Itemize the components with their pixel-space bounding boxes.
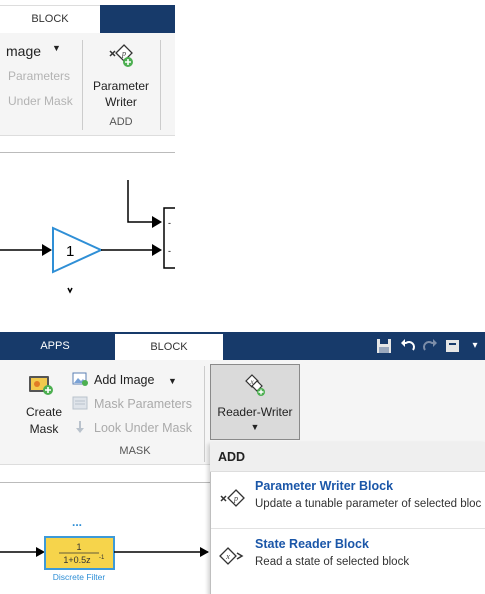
menu-item-title: Parameter Writer Block xyxy=(255,479,394,493)
parameter-writer-button[interactable]: Parameter Writer xyxy=(86,78,156,110)
svg-text:p: p xyxy=(233,494,238,503)
save-icon[interactable] xyxy=(374,336,394,356)
look-under-mask-label: Look Under Mask xyxy=(94,421,192,435)
chevron-down-icon[interactable]: ▼ xyxy=(250,422,260,432)
add-image-label: Add Image xyxy=(94,373,155,387)
canvas-divider xyxy=(0,152,175,153)
add-image-button[interactable]: mage xyxy=(6,43,41,59)
reader-writer-label: Reader-Writer xyxy=(217,405,293,419)
parameter-writer-label-1: Parameter xyxy=(92,79,150,93)
chevron-down-icon[interactable]: ▼ xyxy=(168,376,177,386)
parameter-writer-label-2: Writer xyxy=(105,95,137,109)
arrow-head-icon xyxy=(152,216,162,228)
mask-parameters-button[interactable]: Parameters xyxy=(8,69,70,83)
menu-item-title: State Reader Block xyxy=(255,537,369,551)
mask-section-label: MASK xyxy=(119,445,151,457)
add-image-button[interactable]: Add Image ▼ xyxy=(72,370,177,390)
help-docs-icon[interactable] xyxy=(443,336,463,356)
image-icon xyxy=(72,372,88,386)
arrow-head-icon xyxy=(200,547,209,557)
add-section-label: ADD xyxy=(109,116,133,128)
tab-apps[interactable]: APPS xyxy=(0,332,110,360)
menu-item-description: Read a state of selected block xyxy=(255,556,410,568)
gain-value: 1 xyxy=(66,243,74,260)
create-mask-label-2: Mask xyxy=(29,422,59,436)
parameter-writer-icon: p xyxy=(220,489,245,507)
model-canvas[interactable]: 1 - - xyxy=(0,170,175,300)
svg-text:x: x xyxy=(225,552,230,561)
menu-item-description: Update a tunable parameter of selected b… xyxy=(255,498,482,510)
tf-numerator: 1 xyxy=(76,542,81,552)
section-divider xyxy=(82,40,83,130)
port-sign-text: - xyxy=(168,246,171,256)
arrow-down-icon xyxy=(76,421,84,433)
look-under-mask-button[interactable]: Under Mask xyxy=(8,94,73,108)
menu-item-state-reader[interactable]: x State Reader Block Read a state of sel… xyxy=(211,532,485,584)
tf-exponent: -1 xyxy=(99,555,105,561)
block-caption: Discrete Filter xyxy=(53,572,106,582)
ellipsis-label[interactable]: ... xyxy=(72,515,82,529)
state-reader-icon: x xyxy=(219,547,244,565)
mask-parameters-button[interactable]: Mask Parameters xyxy=(72,394,192,414)
tab-block[interactable]: BLOCK xyxy=(0,5,100,34)
redo-icon[interactable] xyxy=(420,336,440,356)
gain-block[interactable] xyxy=(52,226,104,274)
create-mask-icon[interactable] xyxy=(27,372,55,398)
mask-parameters-icon xyxy=(72,396,88,410)
menu-divider xyxy=(211,528,485,529)
arrow-head-icon xyxy=(42,244,52,256)
menu-header: ADD xyxy=(210,442,485,472)
mask-parameters-label: Mask Parameters xyxy=(94,397,192,411)
reader-writer-icon: x xyxy=(245,374,265,396)
menu-item-parameter-writer[interactable]: p Parameter Writer Block Update a tunabl… xyxy=(211,474,485,526)
section-divider xyxy=(204,366,205,462)
arrow-head-icon xyxy=(152,244,162,256)
svg-text:p: p xyxy=(121,49,126,58)
chevron-down-icon[interactable]: ▾ xyxy=(465,336,485,356)
section-divider xyxy=(160,40,161,130)
signal-line[interactable] xyxy=(127,180,152,223)
top-screenshot: BLOCK mage ▼ Parameters Under Mask p Par… xyxy=(0,0,175,300)
arrow-head-icon xyxy=(36,547,45,557)
tab-block[interactable]: BLOCK xyxy=(115,334,223,360)
undo-icon[interactable] xyxy=(398,336,418,356)
chevron-down-icon[interactable]: ▼ xyxy=(52,43,61,53)
bottom-screenshot: APPS BLOCK ▾ Create Mask Add Image ▼ Mas… xyxy=(0,332,485,594)
block-label-partial xyxy=(67,287,73,294)
tf-denominator: 1+0.5z xyxy=(63,555,91,565)
parameter-writer-icon[interactable]: p xyxy=(106,42,134,70)
look-under-mask-button[interactable]: Look Under Mask xyxy=(72,418,192,438)
sum-block[interactable] xyxy=(163,207,175,269)
port-sign-text: - xyxy=(168,218,171,228)
tabbar-background xyxy=(100,5,175,33)
model-canvas[interactable]: ... 1 1+0.5z -1 Discrete Filter xyxy=(0,482,210,594)
create-mask-button[interactable]: Create Mask xyxy=(22,404,66,438)
create-mask-label-1: Create xyxy=(25,405,63,419)
toolstrip-tabbar: BLOCK xyxy=(0,0,175,34)
